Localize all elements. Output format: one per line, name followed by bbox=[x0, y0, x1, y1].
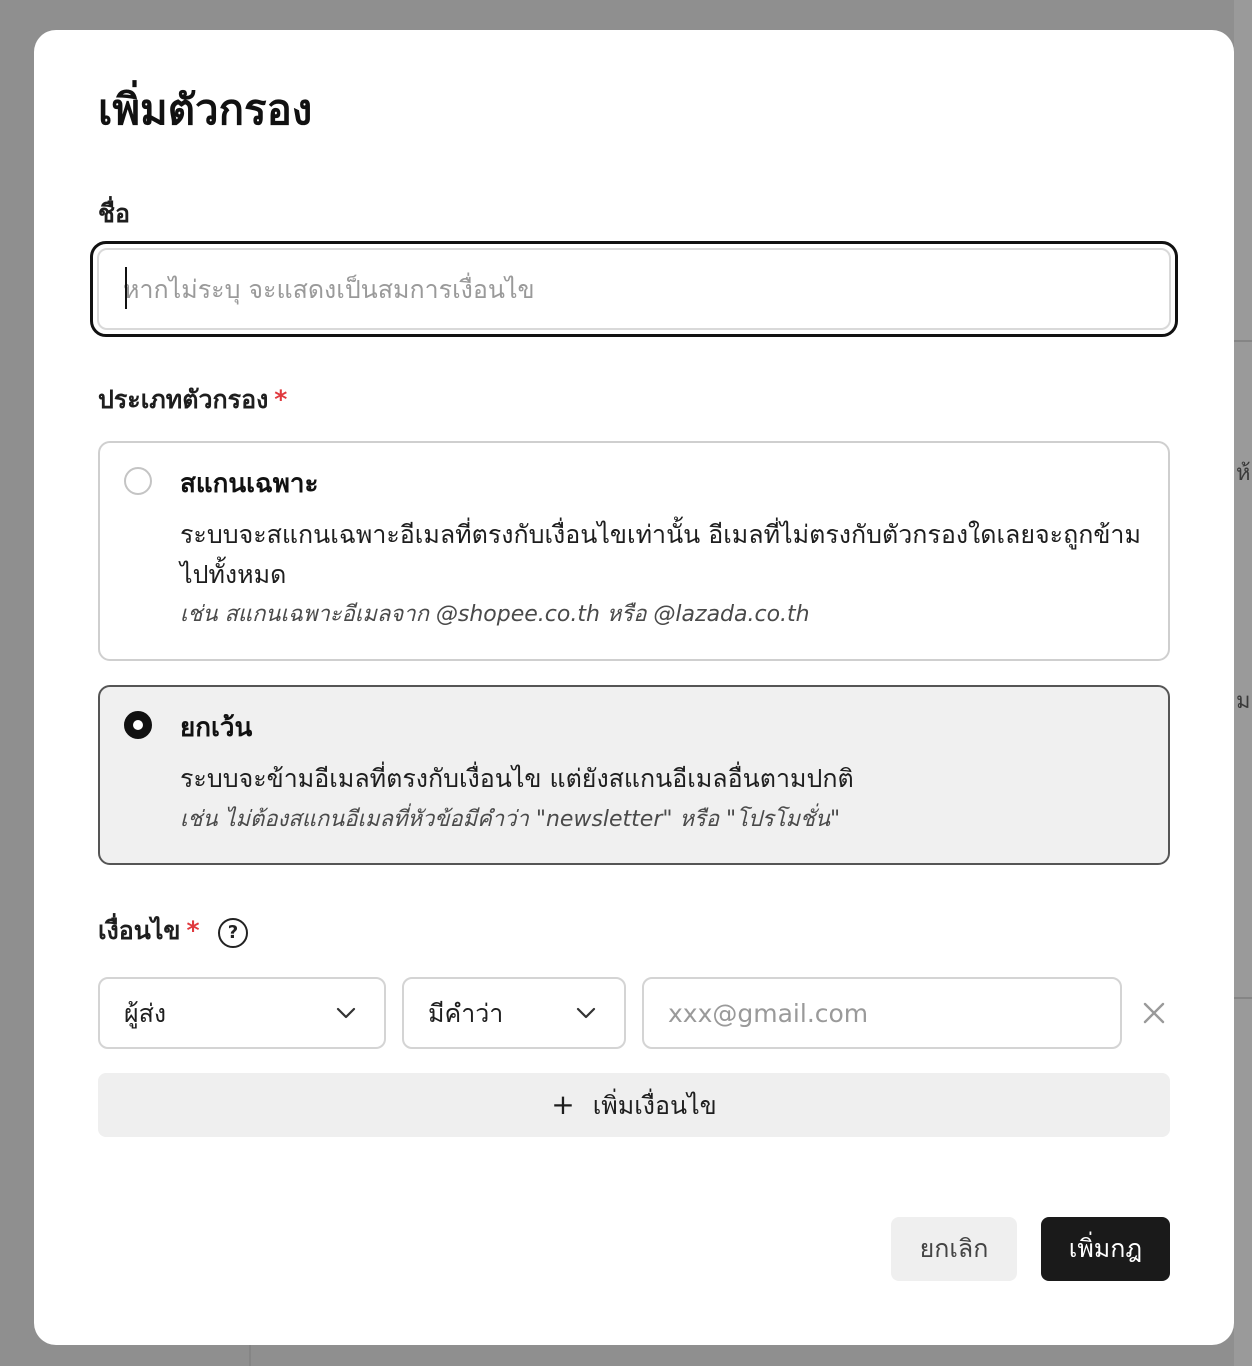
cancel-button[interactable]: ยกเลิก bbox=[891, 1217, 1017, 1281]
dialog-title: เพิ่มตัวกรอง bbox=[98, 85, 313, 134]
background-text: ม bbox=[1236, 689, 1251, 714]
add-filter-dialog: เพิ่มตัวกรอง ชื่อ ประเภทตัวกรอง* สแกนเฉพ… bbox=[34, 30, 1234, 1345]
filter-type-option-include[interactable]: สแกนเฉพาะ ระบบจะสแกนเฉพาะอีเมลที่ตรงกับเ… bbox=[98, 441, 1170, 661]
chevron-down-icon bbox=[576, 1007, 596, 1019]
add-condition-button[interactable]: + เพิ่มเงื่อนไข bbox=[98, 1073, 1170, 1137]
conditions-label-text: เงื่อนไข bbox=[98, 916, 181, 945]
text-caret bbox=[125, 267, 127, 309]
plus-icon: + bbox=[551, 1088, 575, 1121]
filter-type-label-text: ประเภทตัวกรอง bbox=[98, 385, 269, 414]
add-condition-label: เพิ่มเงื่อนไข bbox=[592, 1091, 717, 1120]
name-input[interactable] bbox=[97, 248, 1171, 330]
option-title: ยกเว้น bbox=[180, 713, 253, 743]
condition-operator-select[interactable]: มีคำว่า bbox=[402, 977, 626, 1049]
condition-operator-value: มีคำว่า bbox=[428, 999, 504, 1028]
filter-type-label: ประเภทตัวกรอง * bbox=[98, 384, 287, 416]
required-asterisk: * bbox=[274, 385, 288, 414]
conditions-label: เงื่อนไข * bbox=[98, 915, 200, 947]
condition-field-select[interactable]: ผู้ส่ง bbox=[98, 977, 386, 1049]
condition-value-input[interactable] bbox=[642, 977, 1122, 1049]
chevron-down-icon bbox=[336, 1007, 356, 1019]
option-title: สแกนเฉพาะ bbox=[180, 469, 319, 499]
option-description: ระบบจะสแกนเฉพาะอีเมลที่ตรงกับเงื่อนไขเท่… bbox=[180, 520, 1141, 589]
background-divider bbox=[249, 1345, 251, 1366]
background-divider bbox=[1234, 340, 1252, 342]
filter-type-option-exclude[interactable]: ยกเว้น ระบบจะข้ามอีเมลที่ตรงกับเงื่อนไข … bbox=[98, 685, 1170, 865]
option-example: เช่น สแกนเฉพาะอีเมลจาก @shopee.co.th หรื… bbox=[180, 602, 810, 627]
add-rule-button[interactable]: เพิ่มกฎ bbox=[1041, 1217, 1170, 1281]
radio-button-checked[interactable] bbox=[124, 711, 152, 739]
option-example: เช่น ไม่ต้องสแกนอีเมลที่หัวข้อมีคำว่า "n… bbox=[180, 807, 841, 832]
radio-button[interactable] bbox=[124, 467, 152, 495]
condition-field-value: ผู้ส่ง bbox=[124, 999, 167, 1028]
name-field-focus-ring bbox=[90, 241, 1178, 337]
question-circle-icon[interactable]: ? bbox=[218, 918, 248, 948]
name-label: ชื่อ bbox=[98, 198, 130, 230]
background-text: ห้อ bbox=[1236, 461, 1252, 486]
background-divider bbox=[1234, 997, 1252, 999]
close-icon[interactable] bbox=[1140, 999, 1168, 1027]
required-asterisk: * bbox=[186, 916, 200, 945]
option-description: ระบบจะข้ามอีเมลที่ตรงกับเงื่อนไข แต่ยังส… bbox=[180, 764, 854, 793]
name-label-text: ชื่อ bbox=[98, 199, 130, 228]
